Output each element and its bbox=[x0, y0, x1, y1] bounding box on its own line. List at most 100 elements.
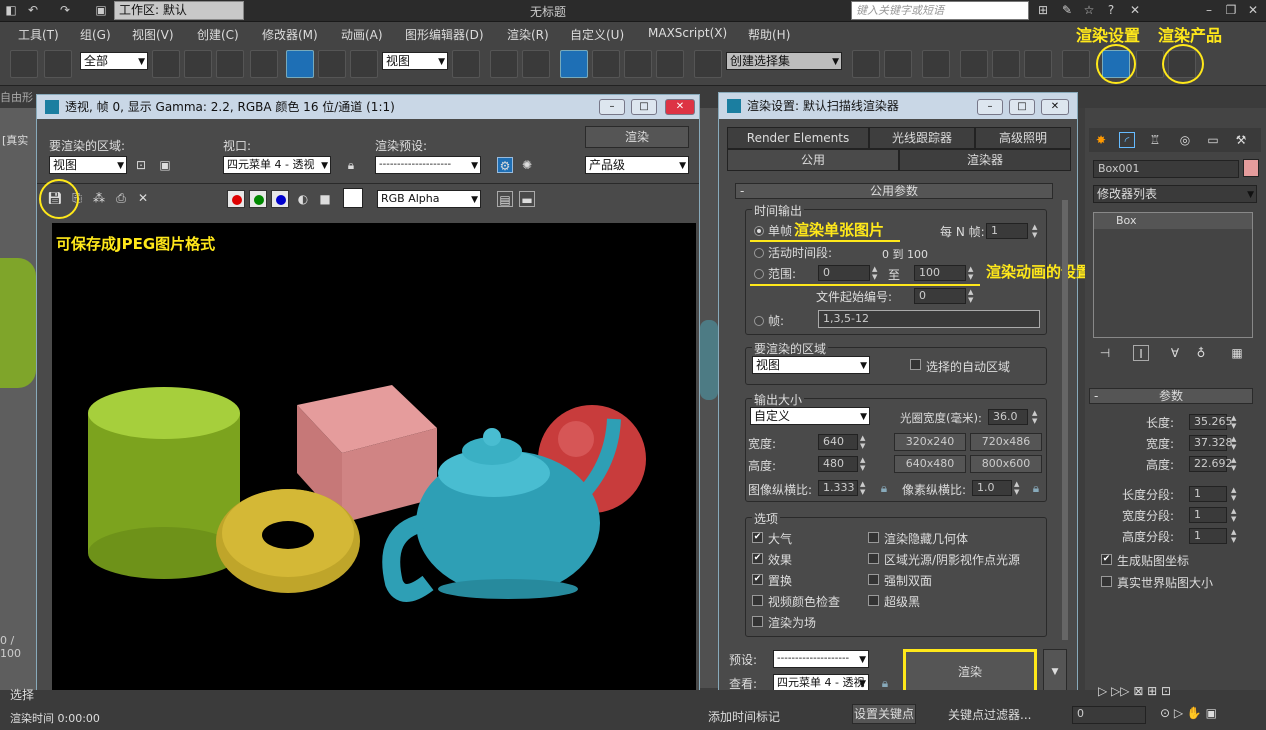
make-unique-icon[interactable]: ∀ bbox=[1167, 345, 1183, 361]
height-input[interactable]: 480 bbox=[818, 456, 858, 472]
menu-help[interactable]: 帮助(H) bbox=[748, 26, 790, 43]
gen-map-coords-checkbox[interactable]: ✔ bbox=[1101, 554, 1112, 565]
edit-named-sets-icon[interactable] bbox=[694, 50, 722, 78]
tab-advanced-lighting[interactable]: 高级照明 bbox=[975, 127, 1071, 149]
viewport-dropdown[interactable]: 四元菜单 4 - 透视 bbox=[223, 156, 331, 174]
set-key-button[interactable]: 设置关键点 bbox=[852, 704, 916, 724]
stack-item-box[interactable]: Box bbox=[1094, 213, 1252, 229]
schematic-view-icon[interactable] bbox=[1024, 50, 1052, 78]
remove-modifier-icon[interactable]: ♁ bbox=[1193, 345, 1209, 361]
product-dropdown[interactable]: 产品级 bbox=[585, 156, 689, 174]
lock-icon[interactable]: 🔒︎ bbox=[1028, 480, 1044, 496]
spinner-snap-icon[interactable] bbox=[656, 50, 684, 78]
restore-icon[interactable]: ❐ bbox=[1222, 2, 1240, 18]
add-time-tag[interactable]: 添加时间标记 bbox=[708, 708, 780, 725]
snap-3d-icon[interactable] bbox=[560, 50, 588, 78]
keyboard-shortcut-icon[interactable] bbox=[522, 50, 550, 78]
toggle-ui-overlay-icon[interactable]: ▤ bbox=[497, 191, 513, 207]
maximize-button[interactable]: □ bbox=[1009, 99, 1035, 115]
range-radio[interactable] bbox=[754, 269, 764, 279]
red-channel-toggle[interactable] bbox=[227, 190, 245, 208]
option-right-0-checkbox[interactable] bbox=[868, 532, 879, 543]
modifier-list-dropdown[interactable]: 修改器列表 bbox=[1093, 185, 1257, 203]
minimize-icon[interactable]: – bbox=[1200, 2, 1218, 18]
real-world-map-checkbox[interactable] bbox=[1101, 576, 1112, 587]
active-segment-radio[interactable] bbox=[754, 248, 764, 258]
auto-region-checkbox[interactable] bbox=[910, 359, 921, 370]
preset-dropdown[interactable]: -------------------- bbox=[375, 156, 481, 174]
color-swatch[interactable] bbox=[343, 188, 363, 208]
rect-selection-icon[interactable] bbox=[216, 50, 244, 78]
output-size-dropdown[interactable]: 自定义 bbox=[750, 407, 870, 425]
footer-render-button[interactable]: 渲染 bbox=[903, 649, 1037, 695]
lock-icon[interactable]: 🔒︎ bbox=[877, 675, 893, 691]
param-input[interactable]: 22.692 bbox=[1189, 456, 1233, 472]
hierarchy-tab-icon[interactable]: ♖ bbox=[1147, 132, 1163, 148]
lock-icon[interactable]: 🔒︎ bbox=[876, 480, 892, 496]
common-params-rollout[interactable]: - 公用参数 bbox=[735, 183, 1053, 199]
print-image-icon[interactable]: ⎙ bbox=[113, 190, 129, 206]
green-channel-toggle[interactable] bbox=[249, 190, 267, 208]
alpha-icon[interactable]: ◐ bbox=[295, 191, 311, 207]
render-mode-dropdown[interactable]: ▼ bbox=[1043, 649, 1067, 695]
param-spinner[interactable]: ▲ ▼ bbox=[1231, 435, 1240, 451]
motion-tab-icon[interactable]: ◎ bbox=[1177, 132, 1193, 148]
render-canvas[interactable]: 可保存成JPEG图片格式 bbox=[52, 223, 696, 707]
param-spinner[interactable]: ▲ ▼ bbox=[1231, 456, 1240, 472]
pin-stack-icon[interactable]: ⊣ bbox=[1097, 345, 1113, 361]
create-tab-icon[interactable]: ✸ bbox=[1093, 132, 1109, 148]
pixel-aspect-input[interactable]: 1.0 bbox=[972, 480, 1012, 496]
auto-region-icon[interactable]: ▣ bbox=[157, 157, 173, 173]
tab-renderer[interactable]: 渲染器 bbox=[899, 149, 1071, 171]
menu-maxscript[interactable]: MAXScript(X) bbox=[648, 26, 727, 40]
option-left-2-checkbox[interactable]: ✔ bbox=[752, 574, 763, 585]
rotate-icon[interactable] bbox=[318, 50, 346, 78]
link-icon[interactable] bbox=[10, 50, 38, 78]
area-dropdown[interactable]: 视图 bbox=[752, 356, 870, 374]
curve-editor-icon[interactable] bbox=[992, 50, 1020, 78]
menu-animation[interactable]: 动画(A) bbox=[341, 26, 383, 43]
frames-input[interactable]: 1,3,5-12 bbox=[818, 310, 1040, 328]
rendered-frame-window-icon[interactable] bbox=[1136, 50, 1164, 78]
close-button[interactable]: ✕ bbox=[1041, 99, 1069, 115]
binoculars-icon[interactable]: ⊞ bbox=[1034, 2, 1052, 18]
select-manipulate-icon[interactable] bbox=[490, 50, 518, 78]
menu-group[interactable]: 组(G) bbox=[80, 26, 111, 43]
modifier-stack[interactable]: Box bbox=[1093, 212, 1253, 338]
option-left-1-checkbox[interactable]: ✔ bbox=[752, 553, 763, 564]
close-button[interactable]: ✕ bbox=[665, 99, 695, 115]
move-icon[interactable] bbox=[286, 50, 314, 78]
param-input[interactable]: 1 bbox=[1189, 507, 1227, 523]
hold-icon[interactable]: ▣ bbox=[92, 2, 110, 18]
preset-320x240-button[interactable]: 320x240 bbox=[894, 433, 966, 451]
show-end-result-icon[interactable]: I bbox=[1133, 345, 1149, 361]
render-button[interactable]: 渲染 bbox=[585, 126, 689, 148]
option-left-4-checkbox[interactable] bbox=[752, 616, 763, 627]
param-spinner[interactable]: ▲ ▼ bbox=[1231, 507, 1240, 523]
aperture-input[interactable]: 36.0 bbox=[988, 409, 1028, 425]
window-crossing-icon[interactable] bbox=[250, 50, 278, 78]
menu-customize[interactable]: 自定义(U) bbox=[570, 26, 624, 43]
option-right-3-checkbox[interactable] bbox=[868, 595, 879, 606]
nav-controls-icon[interactable]: ⊙ ▷ ✋ ▣ bbox=[1160, 706, 1217, 720]
single-frame-radio[interactable] bbox=[754, 226, 764, 236]
selection-filter-dropdown[interactable]: 全部 bbox=[80, 52, 148, 70]
object-name-input[interactable]: Box001 bbox=[1093, 160, 1239, 178]
unlink-icon[interactable] bbox=[44, 50, 72, 78]
menu-graph-editors[interactable]: 图形编辑器(D) bbox=[405, 26, 484, 43]
percent-snap-icon[interactable] bbox=[624, 50, 652, 78]
display-tab-icon[interactable]: ▭ bbox=[1205, 132, 1221, 148]
minimize-button[interactable]: – bbox=[977, 99, 1003, 115]
frames-radio[interactable] bbox=[754, 316, 764, 326]
scale-icon[interactable] bbox=[350, 50, 378, 78]
preset-800x600-button[interactable]: 800x600 bbox=[970, 455, 1042, 473]
param-input[interactable]: 1 bbox=[1189, 486, 1227, 502]
redo-icon[interactable]: ↷ bbox=[56, 2, 74, 18]
search-input[interactable]: 键入关键字或短语 bbox=[851, 1, 1029, 20]
close-icon[interactable]: ✕ bbox=[1244, 2, 1262, 18]
modify-tab-icon[interactable]: ◜ bbox=[1119, 132, 1135, 148]
named-selection-dropdown[interactable]: 创建选择集 bbox=[726, 52, 842, 70]
ribbon-icon[interactable] bbox=[960, 50, 988, 78]
object-color-swatch[interactable] bbox=[1243, 159, 1259, 177]
star-icon[interactable]: ☆ bbox=[1080, 2, 1098, 18]
